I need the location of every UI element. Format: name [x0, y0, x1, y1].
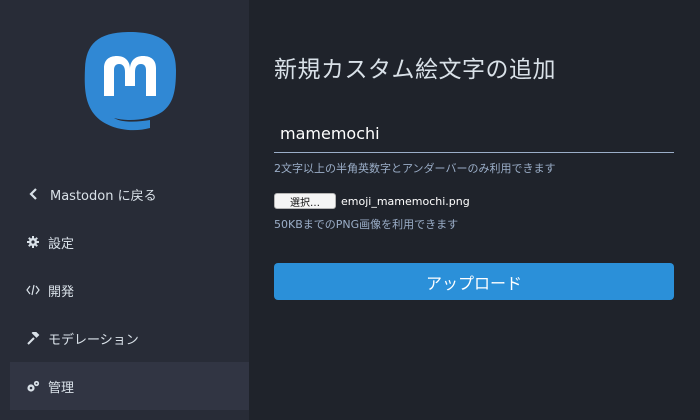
sidebar-item-back[interactable]: Mastodon に戻る: [10, 170, 249, 218]
upload-button[interactable]: アップロード: [274, 263, 674, 300]
file-hint: 50KBまでのPNG画像を利用できます: [274, 218, 459, 231]
sidebar-item-admin[interactable]: 管理: [10, 362, 249, 410]
sidebar: Mastodon に戻る 設定 開発 モデレーション 管理: [0, 0, 249, 420]
sidebar-item-label: Mastodon に戻る: [50, 188, 157, 204]
file-picker: 選択… emoji_mamemochi.png: [274, 193, 470, 209]
shortcode-field: 2文字以上の半角英数字とアンダーバーのみ利用できます: [274, 115, 674, 176]
chevron-left-icon: [26, 187, 40, 201]
shortcode-hint: 2文字以上の半角英数字とアンダーバーのみ利用できます: [274, 162, 556, 175]
sidebar-nav: Mastodon に戻る 設定 開発 モデレーション 管理: [10, 170, 249, 410]
sidebar-item-development[interactable]: 開発: [10, 266, 249, 314]
admin-app: Mastodon に戻る 設定 開発 モデレーション 管理 新規カスタム絵文字の…: [0, 0, 700, 420]
main-content: 新規カスタム絵文字の追加 2文字以上の半角英数字とアンダーバーのみ利用できます …: [249, 0, 700, 420]
gavel-icon: [26, 331, 40, 345]
sidebar-item-label: 設定: [48, 236, 75, 252]
code-icon: [26, 283, 40, 297]
gear-icon: [26, 235, 40, 249]
sidebar-item-moderation[interactable]: モデレーション: [10, 314, 249, 362]
selected-file-name: emoji_mamemochi.png: [341, 194, 470, 208]
shortcode-input[interactable]: [274, 115, 674, 153]
sidebar-item-settings[interactable]: 設定: [10, 218, 249, 266]
sidebar-item-label: 管理: [48, 380, 75, 396]
mastodon-logo[interactable]: [80, 30, 180, 140]
page-title: 新規カスタム絵文字の追加: [274, 57, 556, 83]
sidebar-item-label: モデレーション: [48, 332, 139, 348]
gears-icon: [26, 379, 40, 393]
choose-file-button[interactable]: 選択…: [274, 193, 336, 209]
sidebar-item-label: 開発: [48, 284, 75, 300]
